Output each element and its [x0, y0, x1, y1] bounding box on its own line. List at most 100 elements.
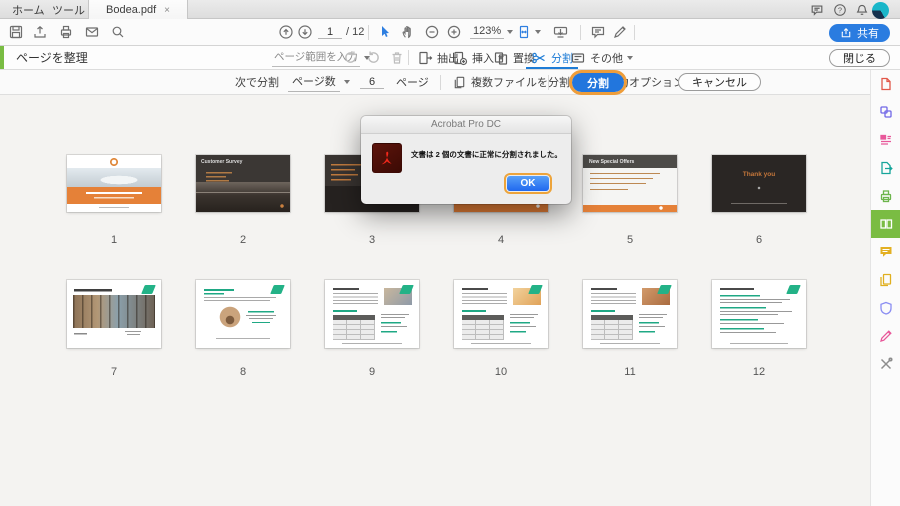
duplicate-pages-icon — [880, 273, 892, 287]
comment-tool[interactable] — [871, 238, 900, 266]
insert-icon — [454, 51, 468, 65]
toolbar-divider — [408, 50, 409, 65]
print-button[interactable] — [58, 19, 74, 45]
combine-files-icon — [880, 106, 892, 118]
zoom-out-button[interactable] — [424, 19, 440, 45]
replace-icon — [494, 51, 508, 65]
save-button[interactable] — [8, 19, 24, 45]
fill-sign-icon — [880, 330, 892, 342]
fill-sign-tool[interactable] — [871, 322, 900, 350]
search-icon[interactable] — [110, 19, 126, 45]
page-thumbnail-12[interactable]: 12 — [712, 280, 806, 378]
shield-icon — [880, 301, 892, 315]
tab-bar: ホーム ツール Bodea.pdf × ? — [0, 0, 900, 20]
bell-icon[interactable] — [855, 3, 869, 17]
select-tool-button[interactable] — [376, 19, 392, 45]
create-pdf-tool[interactable] — [871, 70, 900, 98]
page-thumbnail-6[interactable]: Thank you 6 — [712, 155, 806, 246]
export-pdf-tool[interactable] — [871, 154, 900, 182]
split-by-label: 次で分割 — [235, 77, 279, 89]
more-dropdown[interactable]: その他 — [570, 46, 633, 69]
close-tab-icon[interactable]: × — [164, 5, 170, 16]
page-10-art — [454, 280, 548, 348]
page-number-label: 11 — [624, 366, 636, 378]
notifications-comment-icon[interactable] — [810, 3, 824, 17]
replace-button[interactable]: 置換 — [493, 46, 535, 69]
close-tool-button[interactable]: 閉じる — [829, 48, 890, 67]
page-thumbnail-5[interactable]: New Special Offers 5 — [583, 155, 677, 246]
pages-unit-label: ページ — [396, 77, 429, 89]
extract-icon — [419, 51, 433, 64]
zoom-level-dropdown[interactable]: 123% — [470, 19, 514, 45]
slide-title: Thank you — [742, 171, 776, 178]
page-number-label: 12 — [752, 366, 766, 378]
rotate-right-button[interactable] — [365, 46, 382, 69]
help-icon[interactable]: ? — [833, 3, 847, 17]
page-2-art: Customer Survey — [196, 155, 290, 212]
tab-tools[interactable]: ツール — [52, 0, 85, 19]
zoom-in-button[interactable] — [446, 19, 462, 45]
split-confirm-button[interactable]: 分割 — [569, 70, 627, 95]
combine-files-tool[interactable] — [871, 98, 900, 126]
split-options-bar: 次で分割 ページ数 ページ 複数ファイルを分割 出力オプション 分割 キャンセル — [0, 70, 870, 95]
avatar[interactable] — [872, 2, 889, 19]
scrolling-mode-button[interactable] — [552, 19, 569, 45]
email-button[interactable] — [84, 19, 100, 45]
page-thumbnail-11[interactable]: 11 — [583, 280, 677, 378]
hand-tool-button[interactable] — [400, 19, 416, 45]
comment-icon — [880, 247, 892, 257]
comment-panel-button[interactable] — [590, 19, 606, 45]
toolbar-divider — [548, 74, 549, 90]
split-mode-dropdown[interactable]: ページ数 — [288, 70, 350, 94]
page-thumbnail-10[interactable]: 10 — [454, 280, 548, 378]
page-up-button[interactable] — [278, 19, 294, 45]
duplicate-pages-tool[interactable] — [871, 266, 900, 294]
multiple-files-icon — [454, 76, 465, 88]
rotate-left-button[interactable] — [342, 46, 359, 69]
page-number-label: 9 — [368, 366, 376, 378]
page-number-label: 1 — [110, 234, 118, 246]
edit-pdf-tool[interactable] — [871, 126, 900, 154]
share-icon — [841, 27, 851, 38]
page-7-art — [67, 280, 161, 348]
page-thumbnail-8[interactable]: 8 — [196, 280, 290, 378]
protect-tool[interactable] — [871, 294, 900, 322]
page-number-label: 8 — [239, 366, 247, 378]
more-tools-icon — [880, 357, 893, 370]
share-button[interactable]: 共有 — [829, 24, 890, 42]
delete-pages-button[interactable] — [389, 46, 405, 69]
more-tools[interactable] — [871, 350, 900, 378]
main-toolbar: / 12 123% 共有 — [0, 19, 900, 46]
page-thumbnail-2[interactable]: Customer Survey 2 — [196, 155, 290, 246]
split-tool-tab[interactable]: 分割 — [526, 46, 578, 69]
dialog-title: Acrobat Pro DC — [361, 116, 571, 134]
tab-home[interactable]: ホーム — [12, 0, 45, 19]
organize-pages-icon — [880, 219, 893, 229]
page-number-input[interactable] — [318, 25, 342, 39]
cancel-button[interactable]: キャンセル — [678, 73, 761, 91]
toolbar-divider — [440, 74, 441, 90]
ok-button[interactable]: OK — [504, 173, 552, 194]
page-1-art — [67, 155, 161, 212]
page-fit-dropdown[interactable] — [516, 19, 541, 45]
toolbar-divider — [634, 24, 635, 40]
page-down-button[interactable] — [297, 19, 313, 45]
tab-document[interactable]: Bodea.pdf × — [88, 0, 188, 20]
organize-pages-tool[interactable] — [871, 210, 900, 238]
page-thumbnail-1[interactable]: 1 — [67, 155, 161, 246]
acrobat-window: ホーム ツール Bodea.pdf× ? / 12 123% — [0, 0, 900, 506]
page-thumbnail-7[interactable]: 7 — [67, 280, 161, 378]
draw-tool-button[interactable] — [612, 19, 628, 45]
acrobat-app-icon — [372, 143, 402, 173]
page-11-art — [583, 280, 677, 348]
page-thumbnail-9[interactable]: 9 — [325, 280, 419, 378]
scan-ocr-tool[interactable] — [871, 182, 900, 210]
share-file-icon-button[interactable] — [32, 19, 48, 45]
split-confirmation-dialog: Acrobat Pro DC 文書は 2 個の文書に正常に分割されました。 OK — [361, 116, 571, 204]
split-multiple-files-button[interactable]: 複数ファイルを分割 — [452, 70, 570, 94]
page-count-input[interactable] — [360, 75, 384, 89]
chevron-down-icon — [507, 30, 514, 34]
toolbar-divider — [368, 24, 369, 40]
toolbar-divider — [580, 24, 581, 40]
page-number-label: 3 — [368, 234, 376, 246]
